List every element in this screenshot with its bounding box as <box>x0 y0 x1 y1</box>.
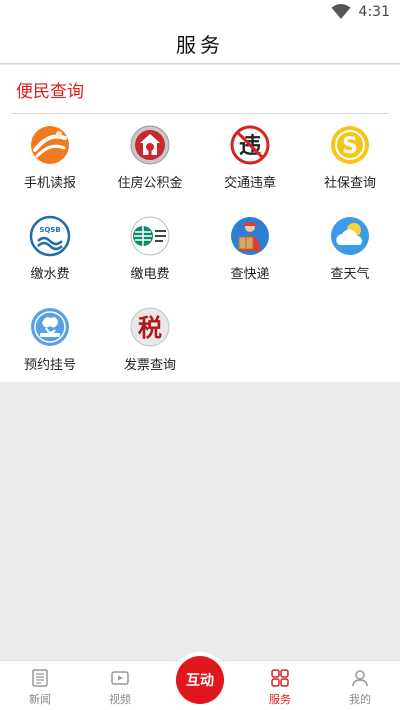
service-hospital-appointment[interactable]: 预约挂号 <box>0 302 100 393</box>
profile-icon <box>352 670 368 687</box>
tab-news[interactable]: 新闻 <box>0 661 80 710</box>
housing-fund-icon <box>130 125 170 165</box>
svg-text:税: 税 <box>138 314 162 342</box>
video-icon <box>111 671 129 685</box>
service-social-security[interactable]: S 社保查询 <box>300 120 400 211</box>
service-label: 查快递 <box>230 267 270 282</box>
tab-label: 服务 <box>269 693 291 706</box>
tax-invoice-icon: 税 <box>130 307 170 347</box>
service-label: 查天气 <box>330 267 370 282</box>
water-bill-icon: SQSB <box>29 215 71 257</box>
hospital-appointment-icon <box>31 308 69 346</box>
wifi-icon <box>331 4 351 19</box>
service-mobile-newspaper[interactable]: 手机读报 <box>0 120 100 211</box>
service-label: 发票查询 <box>123 358 176 373</box>
service-label: 手机读报 <box>23 176 76 191</box>
svg-text:S: S <box>342 134 358 159</box>
page-title: 服务 <box>176 33 224 57</box>
service-housing-fund[interactable]: 住房公积金 <box>100 120 200 211</box>
tab-services[interactable]: 服务 <box>240 661 320 710</box>
svg-text:SQSB: SQSB <box>39 226 60 234</box>
express-delivery-icon <box>231 217 269 255</box>
service-water-bill[interactable]: SQSB 缴水费 <box>0 211 100 302</box>
section-header: 便民查询 <box>12 65 388 114</box>
service-label: 社保查询 <box>323 176 376 191</box>
electricity-bill-icon <box>130 216 170 256</box>
section-title: 便民查询 <box>16 81 84 102</box>
traffic-violation-icon: 违 <box>230 125 270 165</box>
social-security-icon: S <box>331 126 369 164</box>
service-label: 交通违章 <box>223 176 276 191</box>
news-icon <box>32 669 48 687</box>
service-traffic-violation[interactable]: 违 交通违章 <box>200 120 300 211</box>
services-panel: 便民查询 手机读报 住房公积金 交通违章 S 社保查询 SQSB 缴水费 缴电费… <box>0 65 400 382</box>
weather-icon <box>331 217 369 255</box>
service-label: 缴电费 <box>130 267 170 282</box>
tab-label: 新闻 <box>29 693 51 706</box>
service-express-delivery[interactable]: 查快递 <box>200 211 300 302</box>
tab-label: 我的 <box>349 693 371 706</box>
service-label: 预约挂号 <box>23 358 76 373</box>
tab-label: 视频 <box>109 693 131 706</box>
service-label: 住房公积金 <box>117 176 183 191</box>
title-bar: 服务 <box>0 24 400 64</box>
tab-video[interactable]: 视频 <box>80 661 160 710</box>
service-label: 缴水费 <box>30 267 70 282</box>
service-electricity-bill[interactable]: 缴电费 <box>100 211 200 302</box>
service-weather[interactable]: 查天气 <box>300 211 400 302</box>
services-grid: 手机读报 住房公积金 违 交通违章 <box>0 120 400 393</box>
newspaper-reader-icon <box>31 126 69 164</box>
service-tax-invoice[interactable]: 税 发票查询 <box>100 302 200 393</box>
interact-button[interactable]: 互动 <box>172 652 228 708</box>
tab-profile[interactable]: 我的 <box>320 661 400 710</box>
services-grid-icon <box>271 669 289 687</box>
interact-button-label: 互动 <box>176 656 224 704</box>
status-time: 4:31 <box>358 4 390 20</box>
status-bar: 4:31 <box>0 0 400 24</box>
